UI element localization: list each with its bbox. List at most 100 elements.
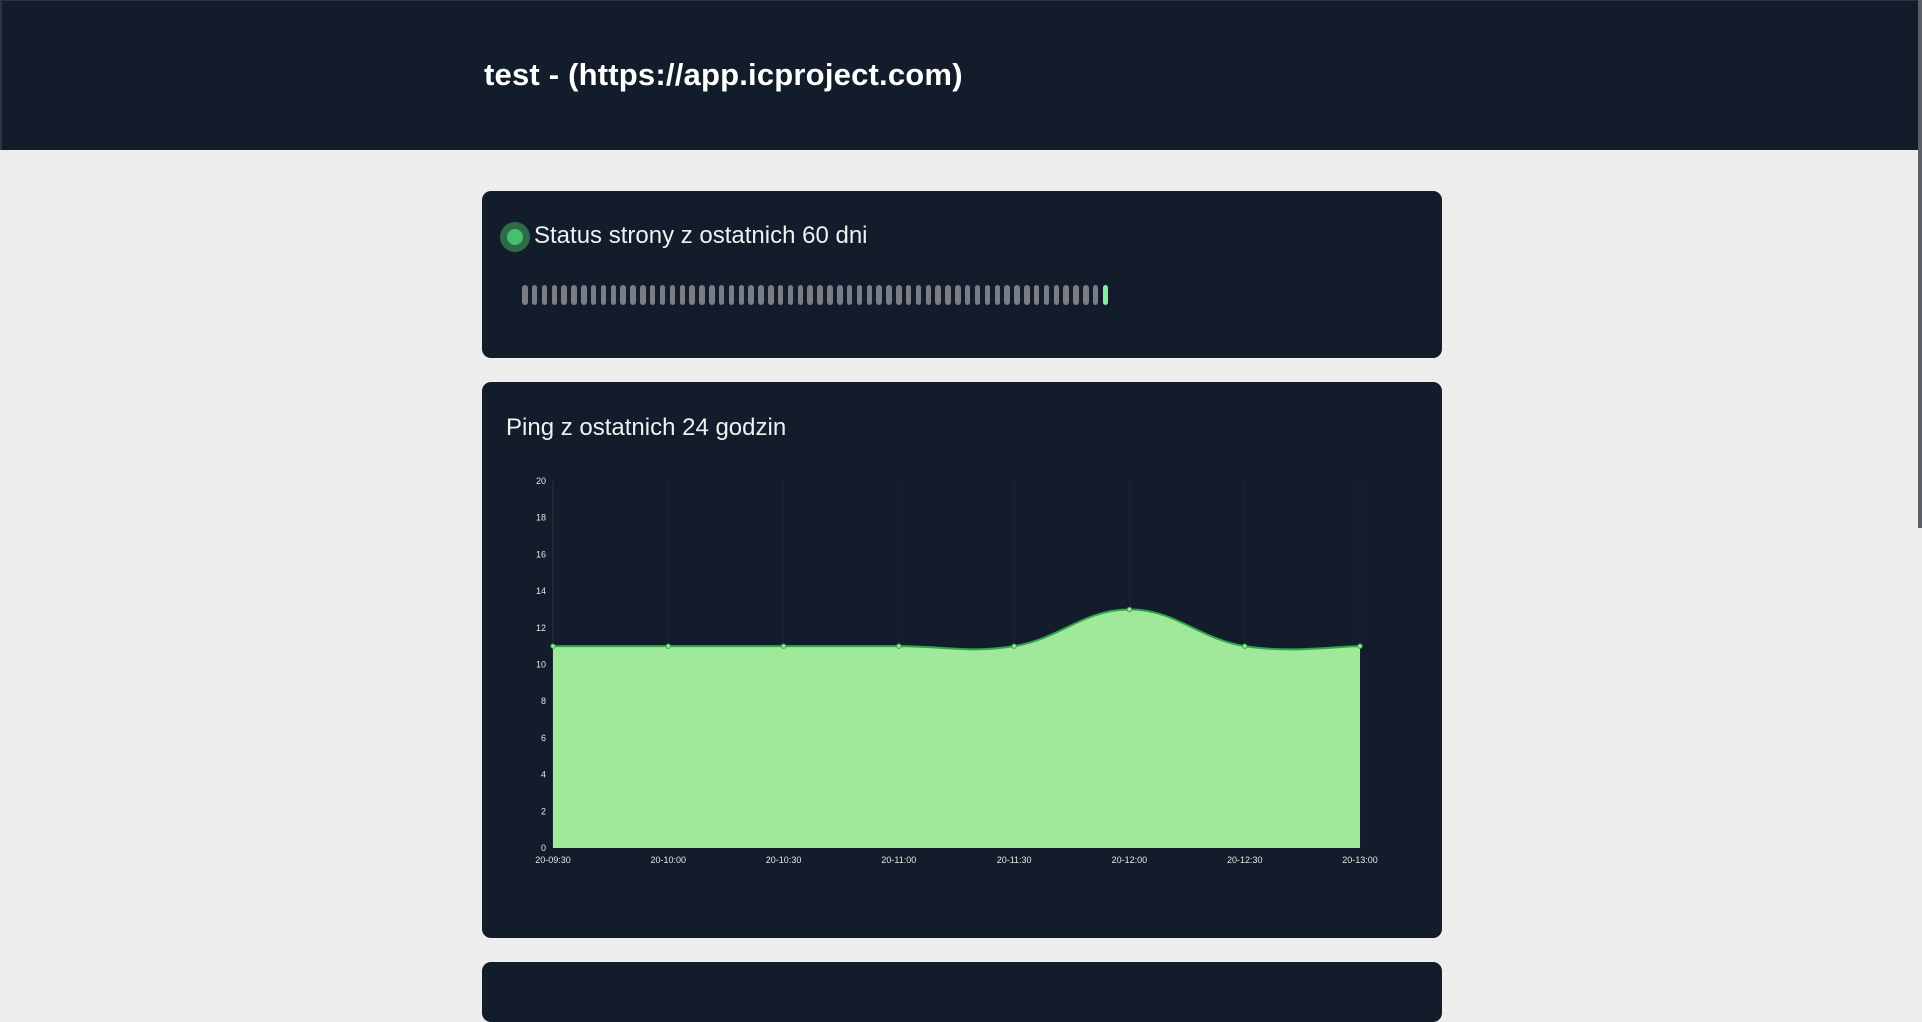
status-day-bar[interactable]: [1083, 285, 1089, 305]
status-day-bar[interactable]: [581, 285, 587, 305]
status-day-bar[interactable]: [935, 285, 941, 305]
status-day-bar[interactable]: [896, 285, 902, 305]
scrollbar-thumb[interactable]: [1918, 0, 1922, 528]
ping-data-point: [665, 643, 671, 649]
status-day-bar[interactable]: [827, 285, 833, 305]
status-day-bar[interactable]: [551, 285, 558, 305]
status-day-bar[interactable]: [984, 285, 991, 305]
y-tick-label: 0: [541, 843, 546, 853]
status-day-bar[interactable]: [541, 285, 548, 305]
x-tick-label: 20-12:30: [1227, 855, 1263, 865]
status-card: Status strony z ostatnich 60 dni: [482, 191, 1442, 358]
ping-series-line: [552, 608, 1361, 651]
x-tick-label: 20-13:00: [1342, 855, 1378, 865]
status-day-bar[interactable]: [905, 285, 912, 305]
status-day-bar[interactable]: [994, 285, 1000, 305]
status-day-bar[interactable]: [1092, 285, 1099, 305]
status-day-bar[interactable]: [797, 285, 804, 305]
ping-data-point: [780, 643, 787, 649]
ping-data-point: [1126, 606, 1133, 613]
y-tick-label: 8: [541, 696, 546, 706]
status-day-bar[interactable]: [964, 285, 971, 305]
status-day-bar[interactable]: [974, 285, 981, 305]
status-day-bar[interactable]: [620, 285, 626, 305]
status-day-bar[interactable]: [1053, 285, 1060, 305]
status-day-bar[interactable]: [876, 285, 882, 305]
status-dot-icon: [507, 229, 523, 245]
x-tick-label: 20-12:00: [1112, 855, 1148, 865]
status-day-bar[interactable]: [1102, 285, 1109, 305]
status-day-bar[interactable]: [1073, 285, 1079, 305]
status-day-bar[interactable]: [837, 285, 843, 305]
uptime-bars: [522, 284, 1109, 306]
status-day-bar[interactable]: [630, 285, 636, 305]
status-day-bar[interactable]: [610, 285, 617, 305]
header-bar: test - (https://app.icproject.com): [0, 0, 1918, 150]
status-day-bar[interactable]: [649, 285, 656, 305]
status-day-bar[interactable]: [1033, 285, 1040, 305]
ping-card: Ping z ostatnich 24 godzin 0 2 4 6 8 10 12 14 16…: [482, 382, 1442, 938]
status-day-bar[interactable]: [945, 285, 951, 305]
status-day-bar[interactable]: [768, 285, 774, 305]
status-day-bar[interactable]: [748, 285, 754, 305]
status-day-bar[interactable]: [856, 285, 863, 305]
status-day-bar[interactable]: [758, 285, 764, 305]
page-title: test - (https://app.icproject.com): [484, 57, 963, 92]
status-day-bar[interactable]: [689, 285, 695, 305]
x-tick-label: 20-10:00: [651, 855, 687, 865]
status-day-bar[interactable]: [571, 285, 577, 305]
y-tick-label: 14: [536, 586, 546, 596]
status-day-bar[interactable]: [846, 285, 853, 305]
status-day-bar[interactable]: [522, 285, 528, 305]
status-day-bar[interactable]: [787, 285, 794, 305]
y-tick-label: 2: [541, 806, 546, 816]
status-day-bar[interactable]: [699, 285, 705, 305]
status-day-bar[interactable]: [1043, 285, 1050, 305]
status-day-bar[interactable]: [600, 285, 607, 305]
status-day-bar[interactable]: [679, 285, 685, 305]
status-day-bar[interactable]: [659, 285, 666, 305]
status-day-bar[interactable]: [1063, 285, 1069, 305]
status-indicator: [500, 222, 530, 252]
x-tick-label: 20-11:30: [997, 855, 1032, 865]
status-day-bar[interactable]: [728, 285, 735, 305]
status-day-bar[interactable]: [955, 285, 961, 305]
y-tick-label: 12: [536, 623, 546, 633]
status-day-bar[interactable]: [531, 285, 538, 305]
status-day-bar[interactable]: [640, 285, 646, 305]
x-tick-label: 20-10:30: [766, 855, 802, 865]
status-day-bar[interactable]: [817, 285, 823, 305]
ping-data-point: [1011, 643, 1017, 649]
status-day-bar[interactable]: [866, 285, 873, 305]
ping-data-point: [1357, 643, 1363, 649]
status-day-bar[interactable]: [925, 285, 932, 305]
status-day-bar[interactable]: [777, 285, 784, 305]
x-tick-label: 20-11:00: [881, 855, 916, 865]
status-day-bar[interactable]: [807, 285, 813, 305]
y-tick-label: 6: [541, 733, 546, 743]
ping-data-point: [1242, 643, 1248, 649]
y-tick-label: 20: [536, 476, 546, 486]
y-tick-label: 4: [541, 770, 546, 780]
y-tick-label: 18: [536, 513, 546, 523]
status-day-bar[interactable]: [915, 285, 922, 305]
status-day-bar[interactable]: [590, 285, 597, 305]
status-day-bar[interactable]: [718, 285, 725, 305]
status-day-bar[interactable]: [561, 285, 567, 305]
status-day-bar[interactable]: [709, 285, 715, 305]
ping-chart: 0 2 4 6 8 10 12 14 16 18 20 20-09:30 20-10:00 20-10:3…: [535, 476, 1378, 865]
status-day-bar[interactable]: [669, 285, 676, 305]
status-day-bar[interactable]: [1024, 285, 1030, 305]
ping-data-point: [550, 643, 556, 649]
ping-data-point: [896, 643, 902, 649]
status-day-bar[interactable]: [1004, 285, 1010, 305]
scrollbar[interactable]: [1918, 0, 1922, 997]
status-day-bar[interactable]: [1014, 285, 1020, 305]
next-card: [482, 962, 1442, 1022]
status-card-title: Status strony z ostatnich 60 dni: [534, 222, 868, 249]
y-tick-label: 10: [536, 660, 546, 670]
x-tick-label: 20-09:30: [535, 855, 571, 865]
y-tick-label: 16: [536, 549, 546, 559]
status-day-bar[interactable]: [886, 285, 892, 305]
status-day-bar[interactable]: [738, 285, 745, 305]
